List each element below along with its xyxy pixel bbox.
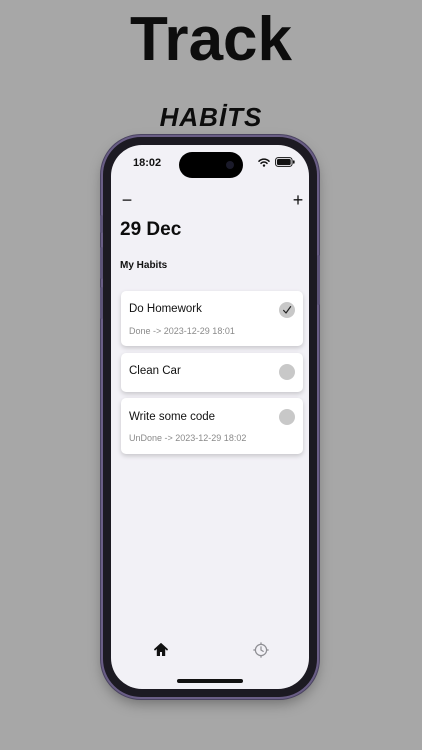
- habit-title: Clean Car: [129, 365, 181, 377]
- habit-checkbox[interactable]: [279, 302, 295, 318]
- habit-title: Do Homework: [129, 303, 202, 315]
- app-screen: 18:02 − + 29 Dec My Habits Do Homework D…: [111, 145, 309, 689]
- battery-icon: [275, 157, 295, 167]
- headline: Track: [129, 5, 293, 74]
- habit-card[interactable]: Write some code UnDone -> 2023-12-29 18:…: [121, 398, 303, 454]
- phone-frame: 18:02 − + 29 Dec My Habits Do Homework D…: [100, 137, 320, 697]
- section-title: My Habits: [120, 260, 168, 271]
- status-icons: [258, 157, 295, 167]
- habit-card[interactable]: Do Homework Done -> 2023-12-29 18:01: [121, 291, 303, 346]
- home-indicator[interactable]: [177, 679, 243, 683]
- clock-gear-icon: [253, 642, 269, 658]
- remove-button[interactable]: −: [118, 191, 136, 209]
- tab-home[interactable]: [153, 642, 169, 658]
- tab-history[interactable]: [253, 642, 269, 658]
- habit-checkbox[interactable]: [279, 364, 295, 380]
- dynamic-island: [179, 152, 243, 178]
- habit-checkbox[interactable]: [279, 409, 295, 425]
- status-time: 18:02: [133, 157, 162, 169]
- habit-card[interactable]: Clean Car: [121, 353, 303, 392]
- power-button: [317, 255, 320, 305]
- wifi-icon: [258, 157, 270, 167]
- house-icon: [154, 643, 168, 656]
- checkmark-icon: [283, 306, 292, 314]
- habit-title: Write some code: [129, 411, 216, 423]
- date-title: 29 Dec: [120, 219, 182, 240]
- action-button: [100, 215, 103, 233]
- subheadline: HABİTS: [159, 102, 263, 132]
- add-button[interactable]: +: [289, 191, 307, 209]
- volume-down-button: [100, 287, 103, 319]
- volume-up-button: [100, 247, 103, 279]
- habit-status: UnDone -> 2023-12-29 18:02: [129, 433, 247, 443]
- habit-status: Done -> 2023-12-29 18:01: [129, 326, 235, 336]
